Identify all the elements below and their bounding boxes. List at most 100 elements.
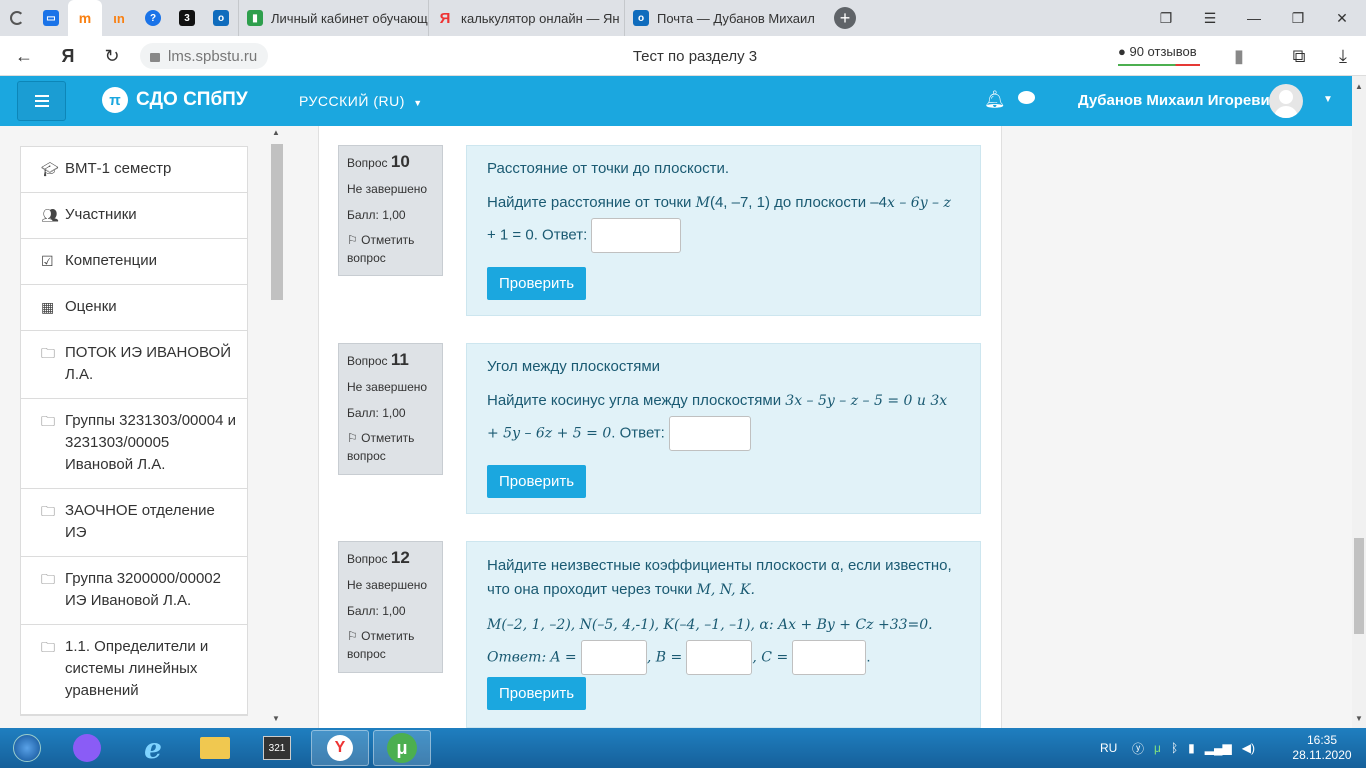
nav-section[interactable]: 🗀 Группы 3231303/00004 и 3231303/00005 Ив… (21, 399, 247, 489)
tab-moodle-active[interactable]: m (68, 0, 102, 36)
scroll-thumb[interactable] (271, 144, 283, 300)
checkbox-icon: ☑ (41, 253, 54, 269)
reviews-badge[interactable]: ● 90 отзывов (1118, 44, 1200, 66)
nav-participants[interactable]: 👥︎ Участники (21, 193, 247, 239)
language-indicator[interactable]: RU (1100, 728, 1117, 768)
question-info: Вопрос 11 Не завершено Балл: 1,00 ⚐ Отме… (338, 343, 443, 475)
comment-icon: ● (1118, 44, 1126, 59)
flag-question[interactable]: ⚐ Отметить вопрос (347, 231, 434, 267)
nav-label: ЗАОЧНОЕ отделение ИЭ (65, 502, 215, 541)
network-icon[interactable]: ▂▄▆ (1205, 741, 1232, 755)
flag-question[interactable]: ⚐ Отметить вопрос (347, 429, 434, 465)
language-menu[interactable]: РУССКИЙ (RU) ▼ (299, 93, 423, 109)
check-button[interactable]: Проверить (487, 677, 587, 710)
flag-label: Отметить вопрос (347, 629, 415, 661)
caret-down-icon: ▼ (413, 98, 423, 108)
volume-icon[interactable]: ◀) (1242, 741, 1255, 755)
coef-c-label: , C = (752, 649, 789, 666)
user-name[interactable]: Дубанов Михаил Игоревич (1078, 92, 1278, 109)
page-scrollbar[interactable]: ▲ ▼ (1352, 76, 1366, 728)
bluetooth-icon[interactable]: ᛒ (1171, 741, 1178, 755)
menu-icon[interactable]: ☰ (1188, 0, 1232, 36)
media-player-icon: 321 (263, 736, 291, 760)
loading-icon[interactable] (0, 0, 34, 36)
bookmark-icon[interactable]: ▮ (1227, 44, 1251, 68)
bookmarks-icon[interactable]: ❐ (1144, 0, 1188, 36)
tab-outlook-icon[interactable]: o (204, 0, 238, 36)
nav-section[interactable]: 🗀 ПОТОК ИЭ ИВАНОВОЙ Л.А. (21, 331, 247, 399)
nav-section[interactable]: 🗀 ЗАОЧНОЕ отделение ИЭ (21, 489, 247, 557)
battery-icon[interactable]: ▮ (1188, 741, 1195, 755)
clock[interactable]: 16:35 28.11.2020 (1292, 733, 1352, 763)
coef-a-label: A = (550, 649, 577, 666)
user-caret-icon[interactable]: ▼ (1323, 94, 1333, 105)
coef-b-input[interactable] (686, 640, 753, 675)
tab-moodle-icon[interactable]: ιn (102, 0, 136, 36)
clock-date: 28.11.2020 (1292, 748, 1352, 762)
avatar[interactable] (1269, 84, 1303, 118)
alice-app[interactable] (58, 730, 116, 766)
minimize-button[interactable]: — (1232, 0, 1276, 36)
end-dot: . (866, 648, 871, 666)
browser-tab-bar: ▭ m ιn ? 3 o ▮ Личный кабинет обучающ Яка… (0, 0, 1366, 36)
ie-app[interactable]: e (124, 730, 182, 766)
scroll-down-icon[interactable]: ▼ (1355, 714, 1363, 723)
site-logo[interactable]: π СДО СПбПУ (102, 87, 248, 113)
tab-3-icon[interactable]: 3 (170, 0, 204, 36)
answer-input[interactable] (669, 416, 751, 451)
nav-competencies[interactable]: ☑ Компетенции (21, 239, 247, 285)
yandex-tray-icon[interactable]: ⓨ (1132, 740, 1144, 757)
nav-section[interactable]: 🗀 Группа 3200000/00002 ИЭ Ивановой Л.А. (21, 557, 247, 625)
flag-question[interactable]: ⚐ Отметить вопрос (347, 627, 434, 663)
nav-label: Компетенции (65, 252, 158, 269)
flag-label: Отметить вопрос (347, 431, 415, 463)
yandex-browser-app[interactable]: Y (311, 730, 369, 766)
tab-mail[interactable]: o Почта — Дубанов Михаил (624, 0, 820, 36)
left-scrollbar[interactable]: ▲ ▼ (270, 128, 284, 726)
tab-chat-icon[interactable]: ▭ (34, 0, 68, 36)
check-button[interactable]: Проверить (487, 267, 587, 300)
logo-text: СДО СПбПУ (136, 89, 248, 110)
extensions-icon[interactable]: ⧉ (1287, 44, 1311, 68)
logo-icon: π (102, 87, 128, 113)
scroll-down-icon[interactable]: ▼ (272, 714, 280, 723)
table-icon: ▦ (41, 299, 55, 315)
nav-section[interactable]: 🗀 1.1. Определители и системы линейных ур… (21, 625, 247, 715)
nav-label: 1.1. Определители и системы линейных ура… (65, 638, 209, 699)
start-button[interactable] (0, 730, 54, 766)
coef-c-input[interactable] (792, 640, 867, 675)
media-app[interactable]: 321 (248, 730, 306, 766)
question-number: Вопрос 12 (347, 548, 410, 567)
utorrent-tray-icon[interactable]: μ (1154, 741, 1161, 755)
nav-label: ВМТ-1 семестр (65, 160, 172, 177)
nav-grades[interactable]: ▦ Оценки (21, 285, 247, 331)
question-title: Угол между плоскостями (487, 358, 661, 375)
explorer-app[interactable] (186, 730, 244, 766)
check-button[interactable]: Проверить (487, 465, 587, 498)
utorrent-app[interactable]: μ (373, 730, 431, 766)
scroll-up-icon[interactable]: ▲ (1355, 82, 1363, 91)
restore-button[interactable]: ❐ (1276, 0, 1320, 36)
scroll-up-icon[interactable]: ▲ (272, 128, 280, 137)
download-icon[interactable]: ⤓ (1331, 44, 1355, 68)
chat-icon[interactable] (1018, 91, 1035, 104)
menu-toggle-button[interactable] (17, 81, 66, 121)
folder-icon: 🗀 (41, 503, 55, 519)
question-info: Вопрос 12 Не завершено Балл: 1,00 ⚐ Отме… (338, 541, 443, 673)
tab-calculator[interactable]: Якалькулятор онлайн — Ян (428, 0, 624, 36)
tab-help-icon[interactable]: ? (136, 0, 170, 36)
question-score: Балл: 1,00 (347, 208, 406, 222)
new-tab-button[interactable]: + (834, 7, 856, 29)
flag-label: Отметить вопрос (347, 233, 415, 265)
scroll-thumb[interactable] (1354, 538, 1364, 634)
nav-course[interactable]: 🎓︎ ВМТ-1 семестр (21, 147, 247, 193)
tab-cabinet[interactable]: ▮ Личный кабинет обучающ (238, 0, 428, 36)
coef-a-input[interactable] (580, 640, 647, 675)
answer-input[interactable] (591, 218, 682, 253)
close-button[interactable]: ✕ (1320, 0, 1364, 36)
flag-icon: ⚐ (347, 629, 358, 643)
bell-icon[interactable]: 🔔︎ (984, 90, 1006, 110)
question-score: Балл: 1,00 (347, 406, 406, 420)
question-box: Расстояние от точки до плоскости. Найдит… (466, 145, 981, 316)
windows-icon (13, 734, 41, 762)
